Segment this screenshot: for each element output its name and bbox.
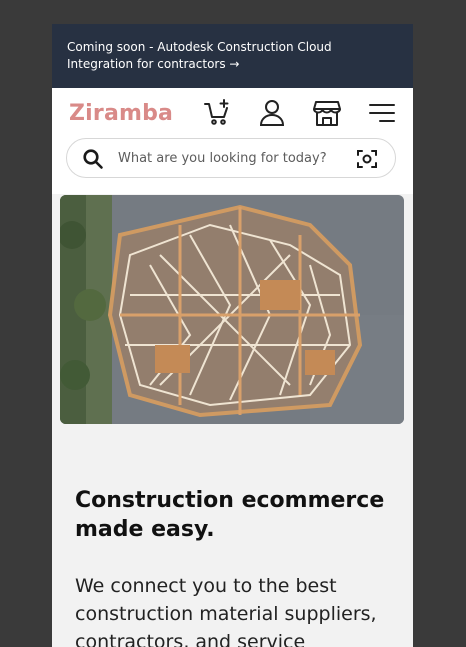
- announcement-text[interactable]: Coming soon - Autodesk Construction Clou…: [67, 40, 332, 71]
- search-bar: [66, 138, 396, 178]
- ziramba-logo[interactable]: Ziramba: [69, 101, 173, 126]
- scan-icon[interactable]: [356, 148, 378, 170]
- store-icon[interactable]: [311, 97, 343, 129]
- page-intro-text: We connect you to the best construction …: [75, 575, 377, 647]
- page-headline: Construction ecommerce made easy.: [75, 488, 385, 542]
- user-icon[interactable]: [256, 97, 288, 129]
- search-icon[interactable]: [82, 148, 104, 170]
- search-input[interactable]: [118, 147, 348, 169]
- site-header: Ziramba: [52, 88, 413, 194]
- hero-image: [60, 195, 404, 424]
- cart-plus-icon[interactable]: [202, 97, 234, 129]
- announcement-banner[interactable]: Coming soon - Autodesk Construction Clou…: [52, 24, 413, 88]
- menu-icon[interactable]: [366, 97, 398, 129]
- mobile-viewport: Coming soon - Autodesk Construction Clou…: [52, 24, 413, 647]
